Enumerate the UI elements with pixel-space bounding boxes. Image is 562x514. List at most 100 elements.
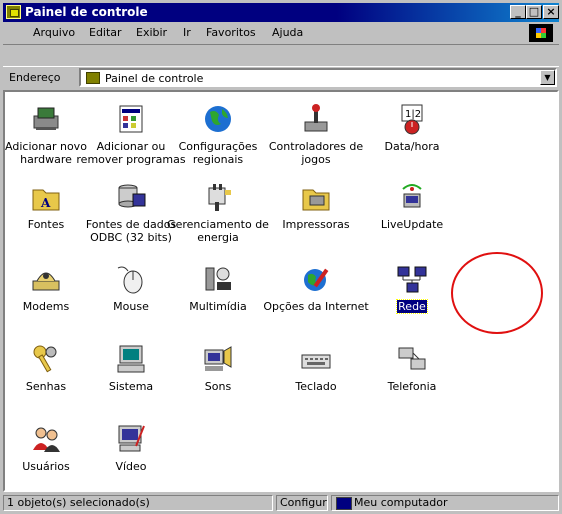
windows-logo-icon	[529, 24, 553, 42]
menu-favoritos[interactable]: Favoritos	[206, 26, 256, 39]
svg-text:1|2: 1|2	[405, 109, 421, 120]
mouse-icon	[114, 262, 148, 296]
item-label-line1: Adicionar ou	[96, 140, 166, 153]
item-label-line2: ODBC (32 bits)	[90, 231, 172, 244]
menu-editar[interactable]: Editar	[89, 26, 122, 39]
computer-icon	[114, 342, 148, 376]
item-label-line2: jogos	[301, 153, 331, 166]
keyboard-icon	[299, 342, 333, 376]
control-panel-item[interactable]: Gerenciamento de energia	[163, 180, 273, 244]
item-label-line1: Gerenciamento de	[167, 218, 269, 231]
menu-ir[interactable]: Ir	[183, 26, 191, 39]
item-label: Teclado	[261, 380, 371, 393]
address-dropdown-button[interactable]: ▼	[540, 70, 555, 85]
control-panel-item[interactable]: LiveUpdate	[357, 180, 467, 231]
menu-arquivo[interactable]: Arquivo	[33, 26, 75, 39]
internet-icon	[299, 262, 333, 296]
item-label-line2: regionais	[192, 153, 244, 166]
item-label-line1: Senhas	[25, 380, 67, 393]
folder-icon	[86, 72, 100, 84]
item-label-line1: Controladores de	[268, 140, 364, 153]
status-location: Meu computador	[331, 495, 559, 511]
odbc-icon	[114, 180, 148, 214]
globe-icon	[201, 102, 235, 136]
modem-icon	[29, 262, 63, 296]
telephony-icon	[395, 342, 429, 376]
control-panel-item[interactable]: Controladores de jogos	[261, 102, 371, 166]
address-value: Painel de controle	[105, 72, 204, 85]
title-bar[interactable]: Painel de controle _ □ ×	[3, 3, 559, 22]
item-label-line1: Opções da Internet	[263, 300, 369, 313]
item-label-line1: Sons	[204, 380, 232, 393]
control-panel-item[interactable]: Rede	[357, 262, 467, 314]
item-label: Sons	[163, 380, 273, 393]
item-label-line1: Teclado	[295, 380, 337, 393]
fonts-folder-icon: A	[29, 180, 63, 214]
speaker-icon	[201, 342, 235, 376]
item-label-line1: Modems	[22, 300, 70, 313]
item-label-line1: Data/hora	[384, 140, 440, 153]
item-label: Data/hora	[357, 140, 467, 153]
users-icon	[29, 422, 63, 456]
computer-icon	[336, 497, 352, 510]
hardware-icon	[29, 102, 63, 136]
item-label-line1: Vídeo	[115, 460, 147, 473]
minimize-button[interactable]: _	[510, 5, 526, 19]
status-middle: Configura	[276, 495, 328, 511]
item-label-line1: Usuários	[22, 460, 70, 473]
status-location-text: Meu computador	[354, 496, 448, 509]
item-label: Controladores de jogos	[261, 140, 371, 166]
keys-icon	[29, 342, 63, 376]
control-panel-item[interactable]: Telefonia	[357, 342, 467, 393]
item-label-line2: hardware	[20, 153, 72, 166]
item-label: Opções da Internet	[261, 300, 371, 313]
item-label-line1: Mouse	[113, 300, 149, 313]
maximize-button[interactable]: □	[526, 5, 542, 19]
control-panel-item[interactable]: Vídeo	[76, 422, 186, 473]
status-bar: 1 objeto(s) selecionado(s) Configura Meu…	[3, 494, 559, 512]
control-panel-item[interactable]: 1|2 Data/hora	[357, 102, 467, 153]
control-panel-window: Painel de controle _ □ × Arquivo Editar …	[0, 0, 562, 514]
address-label: Endereço	[9, 71, 61, 84]
item-label-line1: Fontes	[27, 218, 65, 231]
item-label: Rede	[357, 299, 467, 314]
printers-folder-icon	[299, 180, 333, 214]
control-panel-item[interactable]: Impressoras	[261, 180, 371, 231]
control-panel-item[interactable]: Sons	[163, 342, 273, 393]
item-label-line1: Impressoras	[282, 218, 350, 231]
icon-view: Adicionar novo hardware Adicionar ou remove…	[3, 90, 559, 492]
item-label-line1: Sistema	[108, 380, 154, 393]
item-label: LiveUpdate	[357, 218, 467, 231]
svg-text:A: A	[40, 196, 51, 210]
address-bar: Endereço Painel de controle ▼	[3, 66, 559, 89]
item-label-line1: Adicionar novo	[5, 140, 87, 153]
menu-bar: Arquivo Editar Exibir Ir Favoritos Ajuda	[3, 22, 559, 45]
item-label-line1: Configurações	[178, 140, 258, 153]
item-label: Telefonia	[357, 380, 467, 393]
item-label-line1: Telefonia	[387, 380, 437, 393]
item-label: Vídeo	[76, 460, 186, 473]
multimedia-icon	[201, 262, 235, 296]
menu-exibir[interactable]: Exibir	[136, 26, 167, 39]
control-panel-item[interactable]: Opções da Internet	[261, 262, 371, 313]
menu-ajuda[interactable]: Ajuda	[272, 26, 303, 39]
power-icon	[201, 180, 235, 214]
item-label: Impressoras	[261, 218, 371, 231]
liveupdate-icon	[395, 180, 429, 214]
joystick-icon	[299, 102, 333, 136]
video-icon	[114, 422, 148, 456]
status-selection: 1 objeto(s) selecionado(s)	[3, 495, 273, 511]
item-label: Gerenciamento de energia	[163, 218, 273, 244]
close-button[interactable]: ×	[543, 5, 559, 19]
item-label-line2: energia	[197, 231, 239, 244]
address-field[interactable]: Painel de controle ▼	[79, 68, 557, 87]
window-title: Painel de controle	[25, 5, 148, 19]
control-panel-item[interactable]: Multimídia	[163, 262, 273, 313]
item-label-line1: Multimídia	[189, 300, 247, 313]
control-panel-item[interactable]: Teclado	[261, 342, 371, 393]
item-label: Configurações regionais	[163, 140, 273, 166]
control-panel-item[interactable]: Configurações regionais	[163, 102, 273, 166]
item-label-line1: LiveUpdate	[380, 218, 444, 231]
control-panel-icon	[6, 5, 21, 19]
item-label: Multimídia	[163, 300, 273, 313]
